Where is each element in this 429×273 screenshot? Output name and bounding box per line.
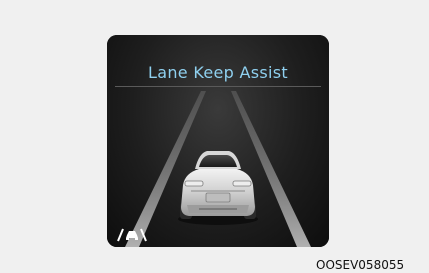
illustration-page: Lane Keep Assist OOSEV058055 xyxy=(0,0,429,273)
title-divider xyxy=(115,86,321,87)
display-title: Lane Keep Assist xyxy=(148,63,288,82)
vehicle-icon xyxy=(178,151,258,225)
cluster-display-panel: Lane Keep Assist xyxy=(107,35,329,247)
figure-code: OOSEV058055 xyxy=(316,258,405,272)
lane-keep-assist-icon xyxy=(117,228,147,242)
